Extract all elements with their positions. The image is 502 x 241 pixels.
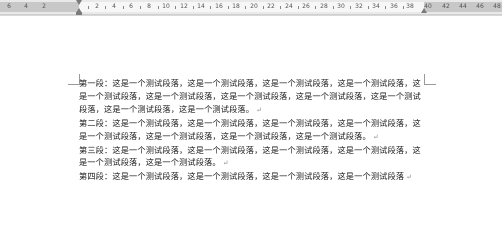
- ruler-tick: [210, 6, 211, 9]
- ruler-tick: [280, 6, 281, 9]
- ruler-tick: [158, 6, 159, 9]
- top-left-crop-mark-h: [68, 84, 79, 85]
- ruler-label: 14: [197, 3, 205, 10]
- paragraph-1[interactable]: 第一段：这是一个测试段落，这是一个测试段落，这是一个测试段落，这是一个测试段落，…: [79, 77, 429, 117]
- ruler-tick: [140, 6, 141, 9]
- ruler-label: 4: [24, 3, 28, 10]
- ruler-label: 6: [7, 3, 11, 10]
- ruler-tick: [88, 6, 89, 9]
- ruler-label: 34: [372, 3, 380, 10]
- ruler-tick: [263, 6, 264, 9]
- paragraph-mark-icon: ↵: [256, 105, 263, 114]
- paragraph-2[interactable]: 第二段：这是一个测试段落，这是一个测试段落，这是一个测试段落，这是一个测试段落，…: [79, 117, 429, 144]
- ruler-label: 2: [95, 3, 99, 10]
- ruler-label: 8: [147, 3, 151, 10]
- paragraph-4[interactable]: 第四段：这是一个测试段落，这是一个测试段落，这是一个测试段落，这是一个测试段落 ↵: [79, 170, 429, 184]
- ruler-tick: [333, 6, 334, 9]
- ruler-label: 24: [285, 3, 293, 10]
- ruler-label: 44: [459, 3, 467, 10]
- ruler-label: 18: [232, 3, 240, 10]
- paragraph-mark-icon: ↵: [372, 132, 379, 141]
- ruler-label: 2: [42, 3, 46, 10]
- ruler-tick: [175, 6, 176, 9]
- paragraph-mark-icon: ↵: [222, 159, 229, 168]
- paragraph-text: 第四段：这是一个测试段落，这是一个测试段落，这是一个测试段落，这是一个测试段落: [79, 171, 405, 182]
- ruler-label: 42: [442, 3, 450, 10]
- ruler-tick: [228, 6, 229, 9]
- ruler-label: 30: [337, 3, 345, 10]
- paragraph-text: 第一段：这是一个测试段落，这是一个测试段落，这是一个测试段落，这是一个测试段落，…: [79, 78, 421, 114]
- ruler-tick: [350, 6, 351, 9]
- ruler-label: 46: [476, 3, 484, 10]
- ruler-label: 36: [390, 3, 398, 10]
- ruler-label: 10: [162, 3, 170, 10]
- ruler-tick: [315, 6, 316, 9]
- horizontal-ruler[interactable]: 6 4 2 2 4 6 8 10 12 14 16 18 20 22 24 26…: [0, 0, 502, 15]
- paragraph-mark-icon: ↵: [406, 173, 413, 182]
- ruler-tick: [193, 6, 194, 9]
- first-line-indent-marker[interactable]: [76, 0, 82, 5]
- ruler-label: 48: [493, 3, 501, 10]
- paragraph-text: 第二段：这是一个测试段落，这是一个测试段落，这是一个测试段落，这是一个测试段落，…: [79, 117, 421, 141]
- ruler-label: 28: [320, 3, 328, 10]
- ruler-label: 12: [180, 3, 188, 10]
- ruler-tick: [123, 6, 124, 9]
- ruler-tick: [385, 6, 386, 9]
- ruler-tick: [298, 6, 299, 9]
- paragraph-text: 第三段：这是一个测试段落，这是一个测试段落，这是一个测试段落，这是一个测试段落，…: [79, 144, 421, 168]
- ruler-label: 6: [129, 3, 133, 10]
- ruler-tick: [245, 6, 246, 9]
- ruler-label: 22: [267, 3, 275, 10]
- document-body[interactable]: 第一段：这是一个测试段落，这是一个测试段落，这是一个测试段落，这是一个测试段落，…: [79, 77, 429, 184]
- ruler-label: 26: [302, 3, 310, 10]
- ruler-tick: [105, 6, 106, 9]
- right-indent-marker[interactable]: [421, 8, 427, 13]
- ruler-label: 32: [355, 3, 363, 10]
- ruler-label: 38: [406, 3, 414, 10]
- ruler-left-margin: [0, 2, 79, 12]
- ruler-label: 16: [215, 3, 223, 10]
- ruler-label: 20: [250, 3, 258, 10]
- paragraph-3[interactable]: 第三段：这是一个测试段落，这是一个测试段落，这是一个测试段落，这是一个测试段落，…: [79, 144, 429, 171]
- ruler-label: 4: [112, 3, 116, 10]
- ruler-tick: [368, 6, 369, 9]
- ruler-tick: [403, 6, 404, 9]
